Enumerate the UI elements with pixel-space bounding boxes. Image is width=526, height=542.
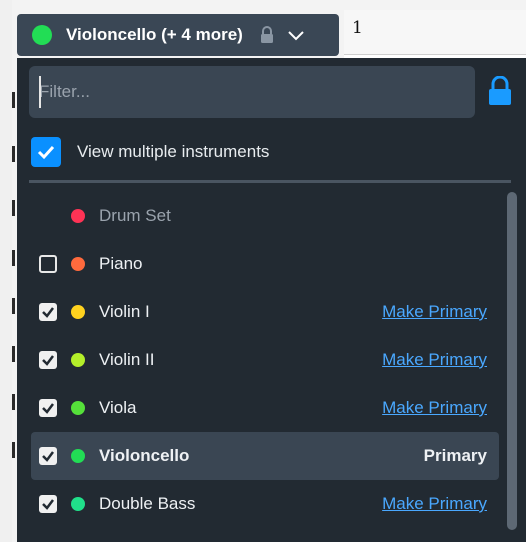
staff-tick [12,298,15,314]
staff-tick [12,394,15,410]
instrument-name: Violin I [99,302,150,321]
checkbox[interactable] [39,399,57,417]
make-primary-link[interactable]: Make Primary [382,302,487,322]
instrument-name: Double Bass [99,494,196,513]
make-primary-link[interactable]: Make Primary [382,350,487,370]
checkbox[interactable] [39,495,57,513]
divider [29,180,511,183]
lock-icon [260,26,273,43]
instrument-list: Drum Set Piano Violin I Make Primary Vio… [31,192,499,528]
selector-label: Violoncello (+ 4 more) [66,25,243,44]
instrument-color-dot [32,25,52,45]
instrument-name: Violin II [99,350,155,369]
instrument-name: Piano [99,254,143,273]
measure-number: 1 [352,18,363,38]
instrument-color-dot [71,257,85,271]
checkmark-icon [42,403,54,414]
instrument-row-viola[interactable]: Viola Make Primary [31,384,499,432]
instrument-name: Viola [99,398,137,417]
instrument-selector-button[interactable]: Violoncello (+ 4 more) [17,14,339,56]
instrument-row-violoncello[interactable]: Violoncello Primary [31,432,499,480]
view-multiple-instruments-toggle[interactable]: View multiple instruments [31,132,491,172]
instrument-color-dot [71,449,85,463]
instrument-color-dot [71,209,85,223]
instrument-dropdown-panel: View multiple instruments Drum Set Piano… [17,58,526,542]
checkmark-icon [37,145,55,160]
left-margin [0,0,12,542]
view-multiple-label: View multiple instruments [77,142,270,161]
checkmark-icon [42,355,54,366]
instrument-color-dot [71,305,85,319]
checkmark-icon [42,499,54,510]
instrument-color-dot [71,401,85,415]
staff-tick [12,146,15,162]
instrument-name: Drum Set [99,206,171,225]
checkmark-icon [42,451,54,462]
checkbox[interactable] [39,447,57,465]
instrument-name: Violoncello [99,446,190,465]
chevron-down-icon[interactable] [287,26,305,44]
instrument-color-dot [71,497,85,511]
make-primary-link[interactable]: Make Primary [382,398,487,418]
score-header [344,10,526,55]
checkbox[interactable] [39,303,57,321]
primary-label: Primary [423,446,487,465]
staff-tick [12,200,15,216]
staff-tick [12,250,15,266]
staff-tick [12,442,15,458]
lock-icon[interactable] [487,76,513,106]
staff-tick [12,346,15,362]
scrollbar[interactable] [507,192,517,530]
instrument-row-double-bass[interactable]: Double Bass Make Primary [31,480,499,528]
instrument-row-piano[interactable]: Piano [31,240,499,288]
filter-input[interactable] [29,66,475,118]
text-caret [39,76,41,108]
staff-tick [12,92,15,108]
checkbox[interactable] [39,255,57,273]
checkmark-icon [42,307,54,318]
make-primary-link[interactable]: Make Primary [382,494,487,514]
instrument-color-dot [71,353,85,367]
checkbox[interactable] [31,137,61,167]
instrument-row-violin-i[interactable]: Violin I Make Primary [31,288,499,336]
checkbox[interactable] [39,351,57,369]
instrument-row-violin-ii[interactable]: Violin II Make Primary [31,336,499,384]
instrument-row-drum-set: Drum Set [31,192,499,240]
